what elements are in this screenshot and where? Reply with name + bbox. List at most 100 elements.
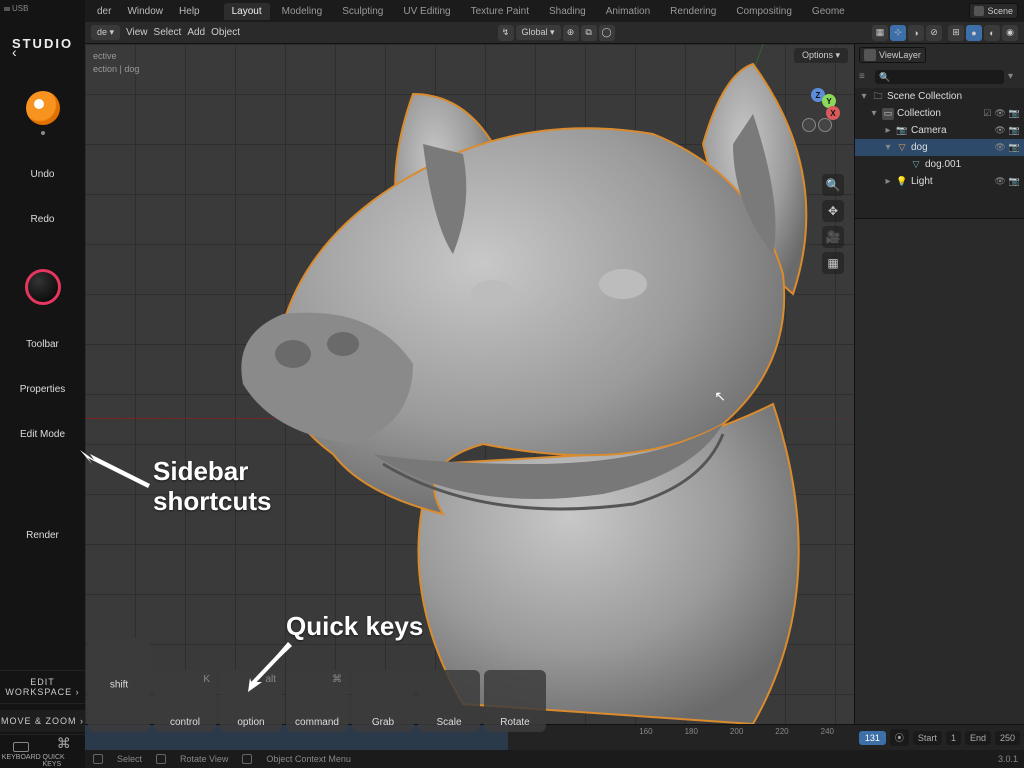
- record-ring-icon[interactable]: [25, 269, 61, 305]
- back-chevron-icon[interactable]: ‹: [12, 44, 17, 60]
- statusbar: Select Rotate View Object Context Menu 3…: [85, 750, 1024, 768]
- meshdata-icon: ▽: [910, 159, 922, 171]
- eye-icon[interactable]: 👁: [994, 108, 1005, 119]
- start-frame[interactable]: 1: [946, 731, 961, 745]
- eye-icon[interactable]: 👁: [994, 176, 1005, 187]
- mouse-cursor-icon: ↖: [714, 388, 726, 405]
- menu-der[interactable]: der: [91, 4, 117, 19]
- dog-row[interactable]: ▾▽ dog 👁📷: [855, 139, 1024, 156]
- end-frame[interactable]: 250: [995, 731, 1020, 745]
- orientation-group: ↯ Global ▾ ⊕ ⧉ ◯: [498, 25, 615, 41]
- tab-rendering[interactable]: Rendering: [662, 3, 724, 20]
- tab-animation[interactable]: Animation: [598, 3, 658, 20]
- render-icon[interactable]: 📷: [1009, 125, 1020, 136]
- overlay-toggle-icon[interactable]: ◑: [908, 25, 924, 41]
- menu-add[interactable]: Add: [187, 27, 205, 38]
- dog001-row[interactable]: ▽ dog.001: [855, 156, 1024, 173]
- end-label: End: [965, 731, 991, 745]
- studio-title: STUDIO: [12, 36, 73, 51]
- scene-collection-row[interactable]: ▾🗀 Scene Collection: [855, 88, 1024, 105]
- arrow-sidebar-icon: [80, 450, 150, 493]
- undo-button[interactable]: Undo: [31, 169, 55, 180]
- properties-button[interactable]: Properties: [20, 384, 66, 395]
- filter-icon[interactable]: ≡: [859, 71, 871, 83]
- collection-row[interactable]: ▾▭ Collection ☑👁📷: [855, 105, 1024, 122]
- layer-icon: [864, 49, 876, 61]
- filter-funnel-icon[interactable]: ▾: [1008, 71, 1020, 83]
- nav-gizmo[interactable]: Z Y X: [796, 88, 840, 132]
- mesh-icon: ▽: [896, 142, 908, 154]
- orient-icon[interactable]: ↯: [498, 25, 514, 41]
- zoom-icon[interactable]: 🔍: [822, 174, 844, 196]
- tab-texturepaint[interactable]: Texture Paint: [463, 3, 537, 20]
- collection-icon: ▭: [882, 108, 894, 120]
- blender-logo-icon[interactable]: [26, 91, 60, 125]
- studio-sidebar: USB ‹ STUDIO Undo Redo Toolbar Propertie…: [0, 0, 85, 768]
- usb-indicator: USB: [4, 4, 28, 13]
- light-row[interactable]: ▸💡 Light 👁📷: [855, 173, 1024, 190]
- qk-scale[interactable]: Scale: [418, 670, 480, 732]
- view-icon1[interactable]: ▦: [872, 25, 888, 41]
- wireframe-icon[interactable]: ⊞: [948, 25, 964, 41]
- menu-window[interactable]: Window: [121, 4, 169, 19]
- outliner: ▾🗀 Scene Collection ▾▭ Collection ☑👁📷 ▸📷…: [855, 88, 1024, 218]
- tab-uvediting[interactable]: UV Editing: [395, 3, 458, 20]
- qk-grab[interactable]: Grab: [352, 670, 414, 732]
- camera-icon: 📷: [896, 125, 908, 137]
- mode-dropdown[interactable]: de ▾: [91, 25, 120, 40]
- goto-frame-icon[interactable]: ⦿: [890, 729, 909, 746]
- toolbar-button[interactable]: Toolbar: [26, 339, 59, 350]
- orientation-dropdown[interactable]: Global ▾: [516, 25, 561, 40]
- editmode-button[interactable]: Edit Mode: [20, 429, 65, 440]
- version-label: 3.0.1: [998, 754, 1018, 764]
- redo-button[interactable]: Redo: [31, 214, 55, 225]
- edit-workspace-button[interactable]: EDIT WORKSPACE ›: [0, 670, 85, 704]
- current-frame[interactable]: 131: [859, 731, 886, 745]
- camera-view-icon[interactable]: 🎥: [822, 226, 844, 248]
- move-zoom-button[interactable]: MOVE & ZOOM ›: [0, 710, 85, 732]
- eye-icon[interactable]: 👁: [994, 142, 1005, 153]
- solid-shading-icon[interactable]: ●: [966, 25, 982, 41]
- render-icon[interactable]: 📷: [1009, 108, 1020, 119]
- render-button[interactable]: Render: [26, 530, 59, 541]
- scene-selector[interactable]: Scene: [969, 3, 1018, 19]
- gizmo-toggle-icon[interactable]: ⊹: [890, 25, 906, 41]
- matprev-icon[interactable]: ◐: [984, 25, 1000, 41]
- menu-select[interactable]: Select: [154, 27, 182, 38]
- right-panel: ViewLayer ≡ 🔍 ▾ ▾🗀 Scene Collection ▾▭ C…: [854, 44, 1024, 724]
- persp-ortho-icon[interactable]: ▦: [822, 252, 844, 274]
- keyboard-mode-button[interactable]: KEYBOARD: [0, 735, 43, 768]
- eye-icon[interactable]: 👁: [994, 125, 1005, 136]
- properties-panel: [855, 218, 1024, 724]
- gizmo-neg2[interactable]: [818, 118, 832, 132]
- tab-geometry[interactable]: Geome: [804, 3, 853, 20]
- 3d-viewport[interactable]: ective ection | dog Options ▾: [85, 44, 854, 724]
- render-icon[interactable]: 📷: [1009, 142, 1020, 153]
- quickkeys-mode-button[interactable]: ⌘QUICK KEYS: [43, 735, 86, 768]
- menu-object[interactable]: Object: [211, 27, 240, 38]
- scene-icon: [974, 6, 984, 16]
- proportional-icon[interactable]: ◯: [599, 25, 615, 41]
- viewlayer-selector[interactable]: ViewLayer: [859, 47, 926, 63]
- camera-row[interactable]: ▸📷 Camera 👁📷: [855, 122, 1024, 139]
- move-view-icon[interactable]: ✥: [822, 200, 844, 222]
- qk-shift[interactable]: shift: [88, 638, 150, 732]
- tab-sculpting[interactable]: Sculpting: [334, 3, 391, 20]
- menu-view[interactable]: View: [126, 27, 148, 38]
- gizmo-neg1[interactable]: [802, 118, 816, 132]
- dog-mesh[interactable]: [133, 44, 854, 724]
- tab-compositing[interactable]: Compositing: [728, 3, 800, 20]
- render-icon[interactable]: 📷: [1009, 176, 1020, 187]
- tab-modeling[interactable]: Modeling: [274, 3, 331, 20]
- tab-shading[interactable]: Shading: [541, 3, 594, 20]
- qk-control[interactable]: Kcontrol: [154, 670, 216, 732]
- xray-icon[interactable]: ⊘: [926, 25, 942, 41]
- keyboard-icon: [13, 742, 29, 752]
- qk-rotate[interactable]: Rotate: [484, 670, 546, 732]
- menu-help[interactable]: Help: [173, 4, 206, 19]
- outliner-search[interactable]: 🔍: [875, 70, 1004, 84]
- tab-layout[interactable]: Layout: [224, 3, 270, 20]
- rendered-icon[interactable]: ◉: [1002, 25, 1018, 41]
- snap-icon[interactable]: ⧉: [581, 25, 597, 41]
- pivot-icon[interactable]: ⊕: [563, 25, 579, 41]
